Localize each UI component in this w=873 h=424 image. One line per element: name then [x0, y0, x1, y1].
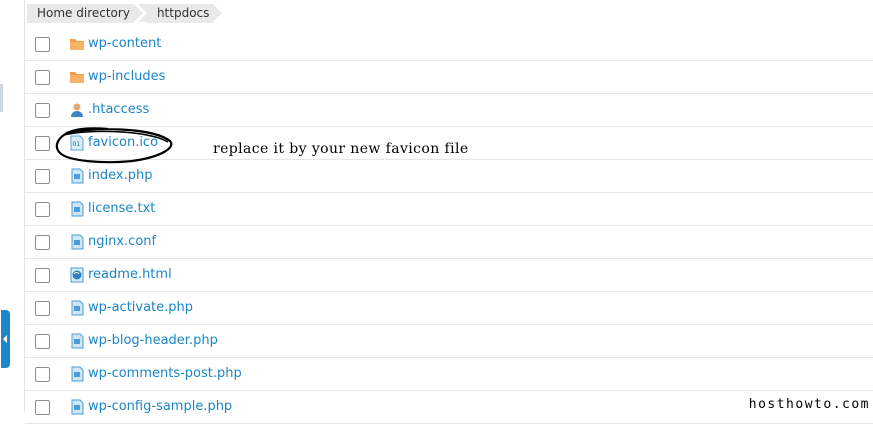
file-row[interactable]: wp-activate.php	[25, 292, 873, 325]
highlight-circle-annotation	[55, 127, 173, 164]
breadcrumb: Home directory httpdocs	[27, 4, 226, 23]
file-name[interactable]: index.php	[88, 167, 152, 185]
php-file-icon	[71, 168, 84, 184]
file-name[interactable]: wp-config-sample.php	[88, 398, 232, 416]
watermark: hosthowto.com	[748, 397, 870, 412]
php-file-icon	[71, 366, 84, 382]
breadcrumb-httpdocs[interactable]: httpdocs	[137, 4, 223, 23]
file-row[interactable]: wp-content	[25, 28, 873, 61]
sidebar-collapse-handle[interactable]	[1, 310, 10, 368]
row-checkbox[interactable]	[35, 268, 50, 283]
file-name[interactable]: license.txt	[88, 200, 155, 218]
html-file-icon	[70, 267, 84, 283]
file-row[interactable]: wp-config-sample.php	[25, 391, 873, 424]
folder-icon	[70, 72, 84, 83]
text-file-icon	[71, 234, 84, 250]
file-name[interactable]: wp-comments-post.php	[88, 365, 242, 383]
row-checkbox[interactable]	[35, 103, 50, 118]
row-checkbox[interactable]	[35, 367, 50, 382]
left-sidebar-edge	[0, 0, 10, 412]
file-name[interactable]: wp-content	[88, 35, 161, 53]
sidebar-marker	[0, 84, 3, 112]
breadcrumb-home[interactable]: Home directory	[27, 4, 143, 23]
php-file-icon	[71, 300, 84, 316]
user-file-icon	[71, 103, 83, 117]
row-checkbox[interactable]	[35, 169, 50, 184]
folder-icon	[70, 39, 84, 50]
row-checkbox[interactable]	[35, 202, 50, 217]
file-name[interactable]: wp-includes	[88, 68, 165, 86]
file-row[interactable]: license.txt	[25, 193, 873, 226]
file-name[interactable]: .htaccess	[88, 101, 149, 119]
row-checkbox[interactable]	[35, 37, 50, 52]
file-manager: Home directory httpdocs wp-content wp-in…	[24, 0, 873, 424]
row-checkbox[interactable]	[35, 301, 50, 316]
file-list: wp-content wp-includes .htaccess 01 favi…	[25, 28, 873, 424]
text-file-icon	[71, 201, 84, 217]
file-row[interactable]: wp-comments-post.php	[25, 358, 873, 391]
file-row[interactable]: nginx.conf	[25, 226, 873, 259]
file-name[interactable]: readme.html	[88, 266, 172, 284]
file-row[interactable]: wp-blog-header.php	[25, 325, 873, 358]
row-checkbox[interactable]	[35, 400, 50, 415]
file-row[interactable]: .htaccess	[25, 94, 873, 127]
file-row[interactable]: wp-includes	[25, 61, 873, 94]
file-row[interactable]: readme.html	[25, 259, 873, 292]
file-name[interactable]: wp-activate.php	[88, 299, 193, 317]
annotation-text: replace it by your new favicon file	[213, 141, 469, 157]
file-name[interactable]: nginx.conf	[88, 233, 156, 251]
file-name[interactable]: wp-blog-header.php	[88, 332, 218, 350]
row-checkbox[interactable]	[35, 235, 50, 250]
row-checkbox[interactable]	[35, 136, 50, 151]
row-checkbox[interactable]	[35, 334, 50, 349]
php-file-icon	[71, 333, 84, 349]
php-file-icon	[71, 399, 84, 415]
row-checkbox[interactable]	[35, 70, 50, 85]
